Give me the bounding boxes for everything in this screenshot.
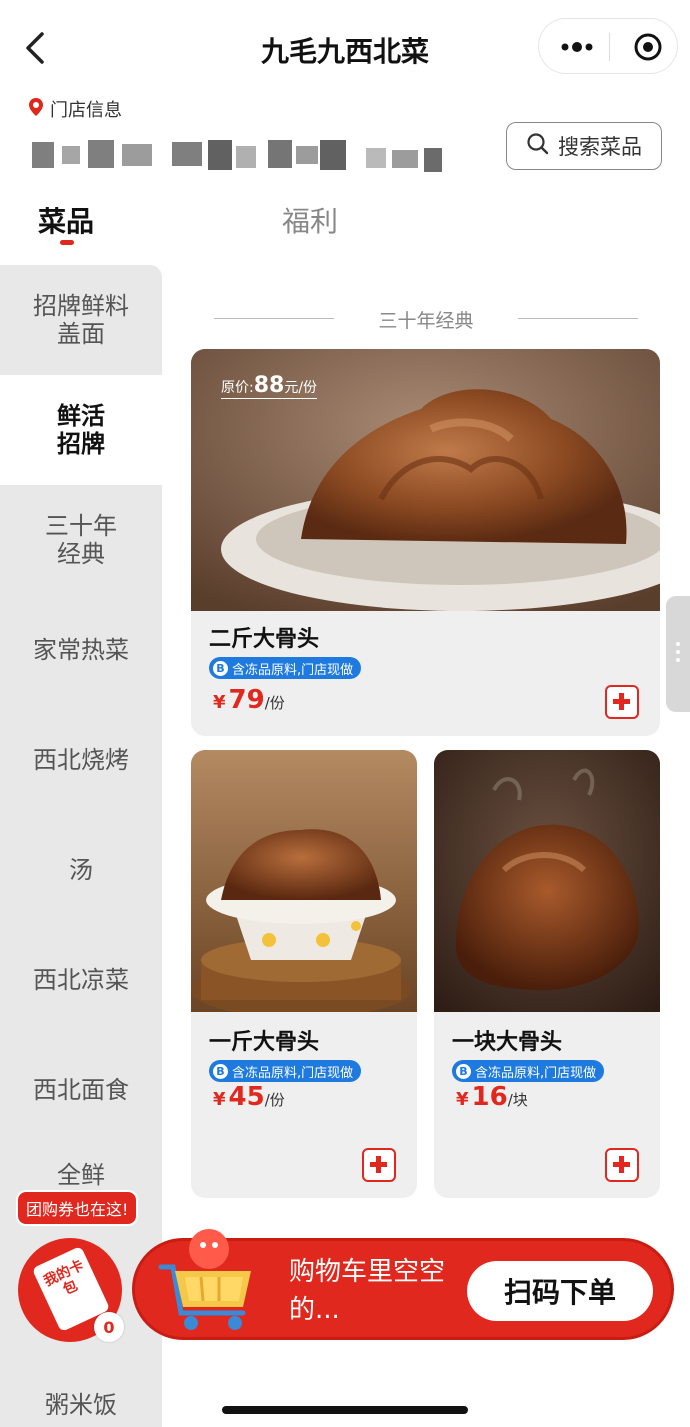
price-value: 79 — [228, 685, 265, 715]
shopping-cart-icon — [158, 1229, 251, 1330]
empty-cart-text: 购物车里空空的... — [289, 1257, 446, 1325]
add-to-cart-button[interactable] — [605, 685, 639, 719]
currency-symbol: ¥ — [213, 692, 226, 713]
sidebar-item-label: 西北面食 — [33, 1076, 129, 1104]
product-price: ¥ 45 /份 — [213, 1082, 285, 1112]
badge-b-icon: B — [456, 1063, 471, 1079]
badge-b-icon: B — [213, 1063, 228, 1079]
sidebar-item-signature-noodles[interactable]: 招牌鲜料盖面 — [0, 265, 162, 375]
cart-count-badge: 0 — [94, 1312, 124, 1342]
side-drawer-handle[interactable] — [666, 596, 690, 712]
sidebar-item-label: 招牌鲜料盖面 — [33, 292, 129, 348]
original-price-label: 原价: — [221, 380, 254, 396]
search-label: 搜索菜品 — [558, 135, 642, 159]
price-unit: /份 — [264, 1091, 285, 1109]
mini-program-capsule — [538, 18, 678, 74]
badge-text: 含冻品原料,门店现做 — [475, 1065, 597, 1081]
price-value: 16 — [471, 1082, 508, 1112]
price-unit: /份 — [264, 694, 285, 712]
coupon-tag[interactable]: 团购券也在这! — [16, 1190, 139, 1226]
badge-text: 含冻品原料,门店现做 — [232, 1065, 354, 1081]
sidebar-item-soup[interactable]: 汤 — [0, 815, 162, 925]
product-name: 二斤大骨头 — [209, 627, 320, 652]
product-image — [434, 750, 660, 1012]
product-name: 一斤大骨头 — [209, 1030, 320, 1055]
product-card[interactable]: 一斤大骨头 B 含冻品原料,门店现做 ¥ 45 /份 — [191, 750, 417, 1198]
store-info-text: 门店信息 — [50, 100, 122, 121]
badge-text: 含冻品原料,门店现做 — [232, 662, 354, 678]
handle-dot — [676, 642, 680, 646]
price-unit: /块 — [507, 1091, 528, 1109]
sidebar-item-porridge-rice[interactable]: 粥米饭 — [0, 1375, 162, 1427]
section-title-text: 三十年经典 — [378, 309, 474, 332]
add-to-cart-button[interactable] — [605, 1148, 639, 1182]
capsule-divider — [609, 33, 610, 61]
divider — [518, 318, 638, 319]
sidebar-item-home-hot-dishes[interactable]: 家常热菜 — [0, 595, 162, 705]
price-value: 45 — [228, 1082, 265, 1112]
sidebar-item-fresh-signature[interactable]: 鲜活招牌 — [0, 375, 162, 485]
sidebar-item-label: 家常热菜 — [33, 636, 129, 664]
tab-dishes[interactable]: 菜品 — [38, 200, 94, 240]
more-icon[interactable] — [557, 35, 597, 59]
ingredient-badge: B 含冻品原料,门店现做 — [209, 657, 362, 679]
sidebar-item-northwest-noodles[interactable]: 西北面食 — [0, 1035, 162, 1145]
cart-bar[interactable]: 购物车里空空的... 扫码下单 — [132, 1229, 674, 1340]
sidebar-item-thirty-year-classics[interactable]: 三十年经典 — [0, 485, 162, 595]
location-pin-icon — [28, 97, 44, 122]
product-price: ¥ 16 /块 — [456, 1082, 528, 1112]
handle-dot — [676, 658, 680, 662]
active-tab-indicator — [60, 240, 74, 245]
sidebar-item-northwest-bbq[interactable]: 西北烧烤 — [0, 705, 162, 815]
ingredient-badge: B 含冻品原料,门店现做 — [209, 1060, 362, 1082]
sidebar-item-label: 粥米饭 — [45, 1391, 117, 1419]
handle-dot — [676, 650, 680, 654]
add-to-cart-button[interactable] — [362, 1148, 396, 1182]
search-dishes-button[interactable]: 搜索菜品 — [506, 122, 662, 170]
badge-b-icon: B — [213, 660, 228, 676]
tab-welfare[interactable]: 福利 — [282, 200, 338, 240]
store-name-redacted — [32, 138, 442, 172]
product-card[interactable]: 一块大骨头 B 含冻品原料,门店现做 ¥ 16 /块 — [434, 750, 660, 1198]
currency-symbol: ¥ — [213, 1089, 226, 1110]
divider — [214, 318, 334, 319]
original-price-tag: 原价:88元/份 — [221, 373, 318, 399]
sidebar-item-label: 鲜活招牌 — [57, 402, 105, 458]
sidebar-item-label: 汤 — [69, 856, 93, 884]
sidebar-item-northwest-cold-dishes[interactable]: 西北凉菜 — [0, 925, 162, 1035]
original-price-unit: 元/份 — [284, 380, 318, 396]
scan-to-order-button[interactable]: 扫码下单 — [467, 1261, 653, 1321]
sidebar-item-label: 西北凉菜 — [33, 966, 129, 994]
sidebar-item-label: 全鲜 — [57, 1161, 105, 1189]
sidebar-item-label: 西北烧烤 — [33, 746, 129, 774]
product-name: 一块大骨头 — [452, 1030, 563, 1055]
home-indicator — [222, 1406, 468, 1414]
close-miniprogram-icon[interactable] — [633, 32, 663, 62]
ingredient-badge: B 含冻品原料,门店现做 — [452, 1060, 605, 1082]
search-icon — [526, 132, 550, 161]
section-heading: 三十年经典 — [214, 304, 638, 334]
top-bar: 九毛九西北菜 — [0, 0, 690, 96]
currency-symbol: ¥ — [456, 1089, 469, 1110]
product-price: ¥ 79 /份 — [213, 685, 285, 715]
store-info-label[interactable]: 门店信息 — [28, 96, 122, 122]
product-card[interactable]: 原价:88元/份 二斤大骨头 B 含冻品原料,门店现做 ¥ 79 /份 — [191, 349, 660, 736]
sidebar-item-label: 三十年经典 — [45, 512, 117, 568]
original-price-value: 88 — [253, 373, 285, 398]
product-image — [191, 750, 417, 1012]
